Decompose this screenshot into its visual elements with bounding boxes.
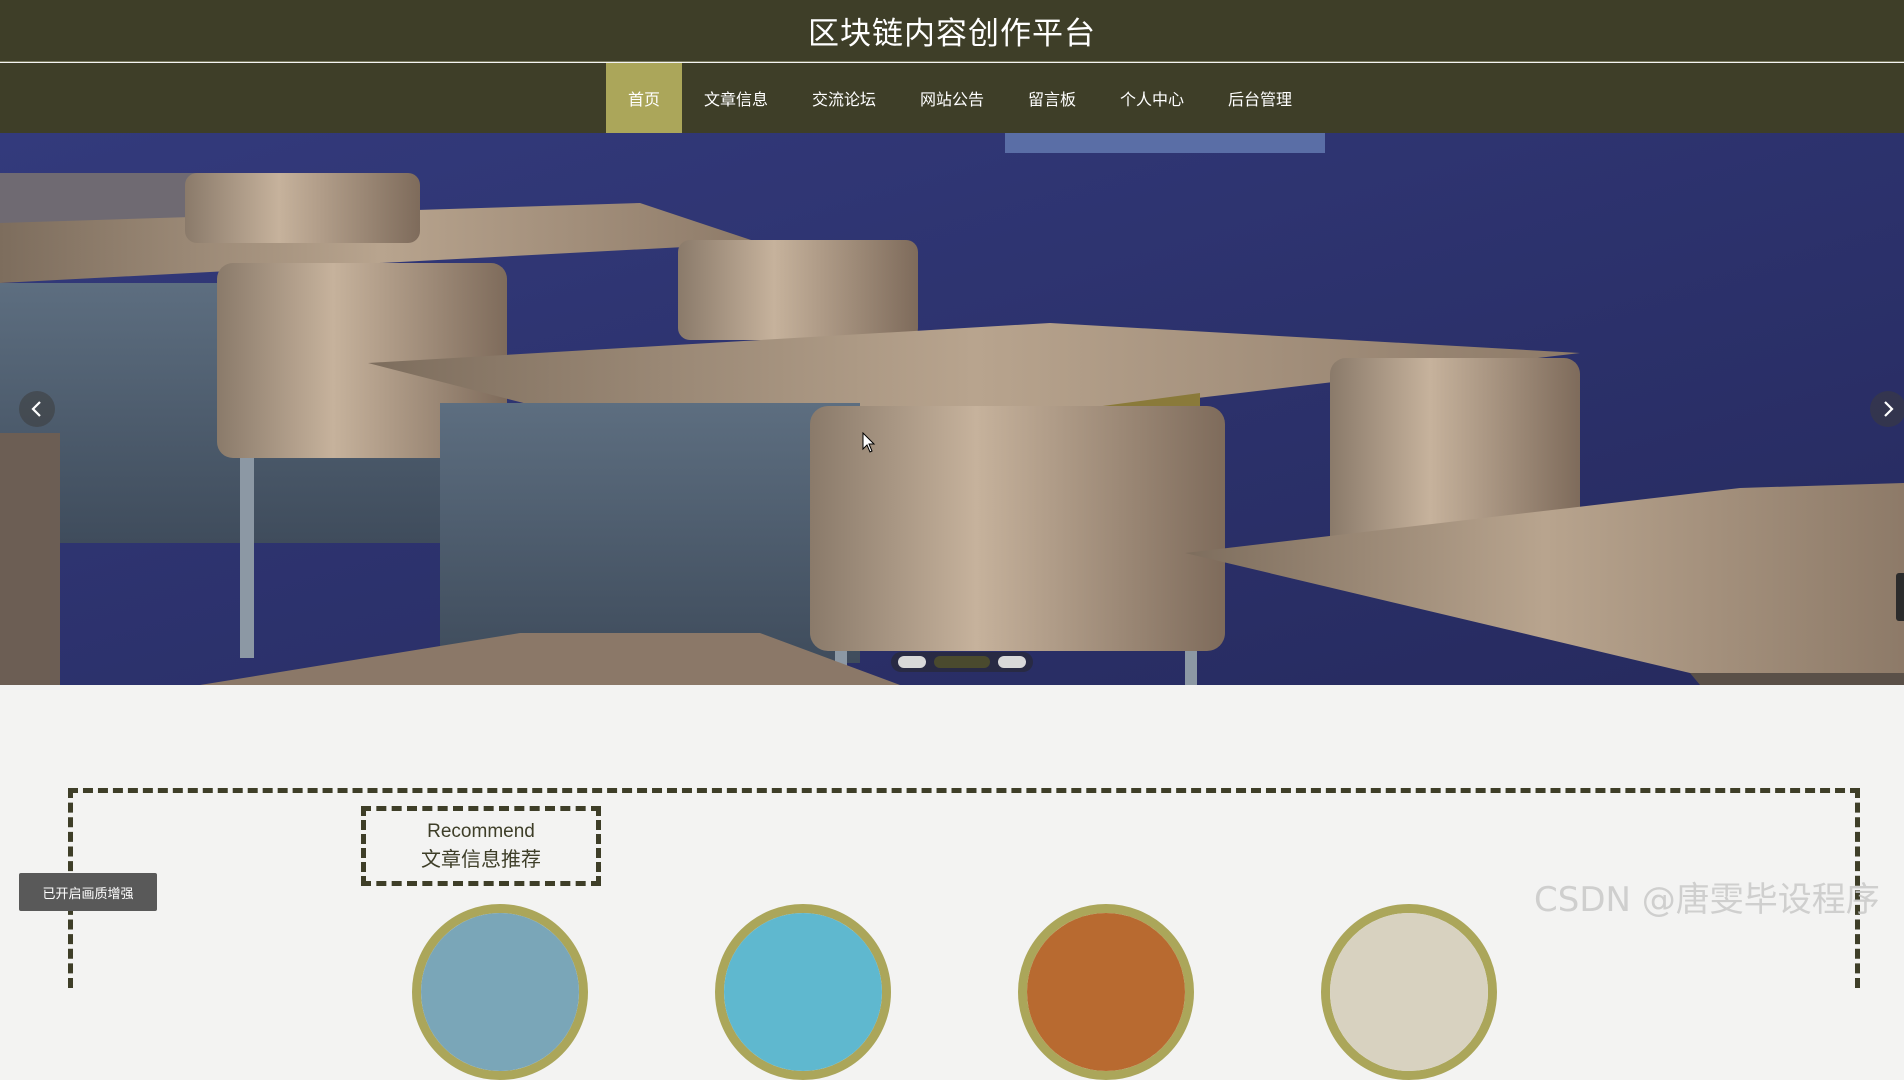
card-thumbnail xyxy=(1330,913,1488,1071)
chevron-left-icon xyxy=(31,401,41,417)
carousel-slide-image xyxy=(0,133,1904,685)
nav-item-forum[interactable]: 交流论坛 xyxy=(790,63,898,133)
carousel-prev-button[interactable] xyxy=(19,391,55,427)
card-thumbnail xyxy=(421,913,579,1071)
chevron-right-icon xyxy=(1884,401,1894,417)
nav-item-articles[interactable]: 文章信息 xyxy=(682,63,790,133)
recommend-card[interactable] xyxy=(412,904,588,1080)
recommend-card[interactable] xyxy=(1018,904,1194,1080)
mouse-cursor-icon xyxy=(862,432,876,453)
site-title: 区块链内容创作平台 xyxy=(808,16,1096,52)
nav-item-profile[interactable]: 个人中心 xyxy=(1098,63,1206,133)
nav-item-messages[interactable]: 留言板 xyxy=(1006,63,1098,133)
quality-enhance-button[interactable]: 已开启画质增强 xyxy=(19,873,157,911)
card-thumbnail xyxy=(1027,913,1185,1071)
side-scroll-tab[interactable] xyxy=(1896,573,1904,621)
carousel-banner xyxy=(0,133,1904,685)
nav-item-home[interactable]: 首页 xyxy=(605,63,682,133)
carousel-dot[interactable] xyxy=(898,656,926,668)
nav-item-announcements[interactable]: 网站公告 xyxy=(898,63,1006,133)
recommend-title: Recommend 文章信息推荐 xyxy=(361,806,601,886)
watermark: CSDN @唐雯毕设程序 xyxy=(1534,880,1880,920)
site-header: 区块链内容创作平台 xyxy=(0,0,1904,62)
card-thumbnail xyxy=(724,913,882,1071)
recommend-card[interactable] xyxy=(715,904,891,1080)
carousel-indicators xyxy=(891,652,1033,672)
recommend-title-en: Recommend xyxy=(427,821,535,842)
recommend-card[interactable] xyxy=(1321,904,1497,1080)
carousel-next-button[interactable] xyxy=(1870,391,1904,427)
recommend-title-zh: 文章信息推荐 xyxy=(421,847,541,871)
nav-item-admin[interactable]: 后台管理 xyxy=(1206,63,1314,133)
carousel-dot[interactable] xyxy=(998,656,1026,668)
main-nav: 首页 文章信息 交流论坛 网站公告 留言板 个人中心 后台管理 xyxy=(0,63,1904,133)
carousel-dot-active[interactable] xyxy=(934,656,990,668)
